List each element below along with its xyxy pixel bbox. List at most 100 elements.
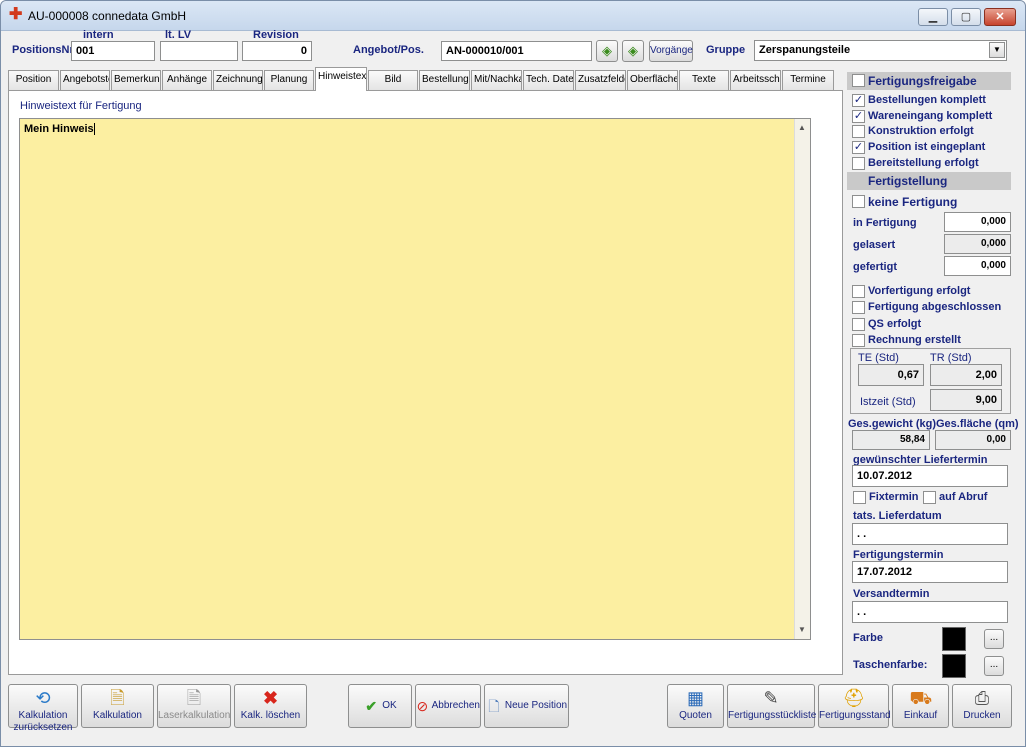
aufabruf-checkbox[interactable]: [923, 491, 936, 504]
ok-button[interactable]: ✔ OK: [348, 684, 412, 728]
tats-lieferdatum-field[interactable]: . .: [852, 523, 1008, 545]
freigabe-checkbox-2[interactable]: [852, 125, 865, 139]
status-checkbox-0[interactable]: [852, 285, 865, 298]
printer-icon: ⎙: [974, 688, 990, 708]
tab-anhänge[interactable]: Anhänge: [162, 70, 212, 90]
neue-position-button[interactable]: 🗋 Neue Position: [484, 684, 569, 728]
freigabe-label-4: Bereitstellung erfolgt: [868, 156, 979, 169]
laserkalkulation-button[interactable]: 🗎 Laserkalkulation: [157, 684, 231, 728]
freigabe-label-3: Position ist eingeplant: [868, 141, 986, 154]
lt-lv-field[interactable]: [160, 41, 238, 61]
in-fertigung-field[interactable]: 0,000: [944, 212, 1011, 232]
fertigungstermin-label: Fertigungstermin: [853, 549, 944, 561]
angebot-label: Angebot/Pos.: [353, 44, 424, 56]
open-angebot-icon[interactable]: ◈: [596, 40, 618, 62]
fertigstellung-label: Fertigstellung: [868, 174, 948, 188]
einkauf-button[interactable]: ⛟ Einkauf: [892, 684, 949, 728]
istzeit-field: 9,00: [930, 389, 1002, 411]
abbrechen-button[interactable]: ⊘ Abbrechen: [415, 684, 481, 728]
tab-position[interactable]: Position: [8, 70, 59, 90]
tab-hinweistex[interactable]: Hinweistex: [315, 67, 367, 91]
status-label-3: Rechnung erstellt: [868, 333, 961, 346]
gesflaeche-field: 0,00: [935, 430, 1011, 450]
memo-text: Mein Hinweis: [24, 123, 95, 136]
freigabe-checkbox-0[interactable]: ✓: [852, 94, 865, 107]
document-icon: 🗎: [186, 688, 202, 708]
tab-bild[interactable]: Bild: [368, 70, 418, 90]
gefertigt-label: gefertigt: [853, 261, 897, 273]
status-checkbox-2[interactable]: [852, 317, 865, 331]
truck-icon: ⛟: [909, 688, 933, 708]
aufabruf-label: auf Abruf: [939, 491, 988, 503]
tab-planung[interactable]: Planung: [264, 70, 314, 90]
fertigungsstand-button[interactable]: ⛑ Fertigungsstand: [818, 684, 891, 728]
status-label-0: Vorfertigung erfolgt: [868, 285, 971, 297]
maximize-button[interactable]: ▢: [951, 8, 981, 26]
tab-angebotste[interactable]: Angebotste: [60, 70, 110, 90]
positionsnr-label: PositionsNr: [12, 44, 74, 56]
tab-zusatzfelde[interactable]: Zusatzfelde: [575, 70, 626, 90]
fertigungsfreigabe-label: Fertigungsfreigabe: [868, 74, 977, 88]
gruppe-select[interactable]: Zerspanungsteile ▼: [754, 40, 1007, 61]
chevron-down-icon[interactable]: ▼: [989, 42, 1005, 58]
quoten-label: Quoten: [679, 710, 712, 721]
tab-termine[interactable]: Termine: [782, 70, 834, 90]
taschenfarbe-pick-button[interactable]: ...: [984, 656, 1004, 676]
keine-fertigung-label: keine Fertigung: [868, 195, 958, 209]
status-checkbox-1[interactable]: [852, 301, 865, 315]
kalkulation-button[interactable]: 🗎 Kalkulation: [81, 684, 154, 728]
fertigungsfreigabe-checkbox[interactable]: [852, 74, 865, 87]
fertigungsstueckliste-button[interactable]: ✎ Fertigungsstückliste: [727, 684, 816, 728]
gelasert-field: 0,000: [944, 234, 1011, 254]
hinweistext-memo[interactable]: Mein Hinweis ▲ ▼: [19, 118, 811, 640]
fixtermin-checkbox[interactable]: [853, 491, 866, 504]
angebot-field[interactable]: AN-000010/001: [441, 41, 592, 61]
app-cross-icon: ✚: [9, 6, 23, 23]
tr-label: TR (Std): [930, 352, 972, 364]
scroll-up-icon[interactable]: ▲: [798, 123, 806, 132]
memo-scrollbar[interactable]: ▲ ▼: [794, 119, 810, 639]
fixtermin-label: Fixtermin: [869, 491, 919, 503]
gesgewicht-label: Ges.gewicht (kg): [848, 418, 937, 430]
tab-zeichnungs[interactable]: Zeichnungs: [213, 70, 263, 90]
fertigungstermin-field[interactable]: 17.07.2012: [852, 561, 1008, 583]
freigabe-label-0: Bestellungen komplett: [868, 94, 986, 106]
revision-label: Revision: [253, 29, 299, 41]
vorgaenge-button[interactable]: Vorgänge: [649, 40, 693, 62]
window: ✚ AU-000008 connedata GmbH ▁ ▢ ✕ intern …: [0, 0, 1026, 747]
angebot-lookup-icon[interactable]: ◈: [622, 40, 644, 62]
kalkulation-label: Kalkulation: [93, 710, 142, 721]
tab-texte[interactable]: Texte: [679, 70, 729, 90]
kalkulation-zuruecksetzen-button[interactable]: ⟲ Kalkulation zurücksetzen: [8, 684, 78, 733]
gruppe-value: Zerspanungsteile: [759, 44, 851, 56]
gruppe-label: Gruppe: [706, 44, 746, 56]
laserkalkulation-label: Laserkalkulation: [158, 710, 231, 721]
freigabe-checkbox-3[interactable]: ✓: [852, 141, 865, 155]
status-checkbox-3[interactable]: [852, 333, 865, 347]
tab-arbeitsschi[interactable]: Arbeitsschi: [730, 70, 781, 90]
tab-tech-date[interactable]: Tech. Date: [523, 70, 574, 90]
tab-mit-nachka[interactable]: Mit/Nachka: [471, 70, 522, 90]
quoten-button[interactable]: ▦ Quoten: [667, 684, 724, 728]
revision-field[interactable]: 0: [242, 41, 312, 61]
scroll-down-icon[interactable]: ▼: [798, 625, 806, 634]
minimize-button[interactable]: ▁: [918, 8, 948, 26]
tab-bestellunge[interactable]: Bestellunge: [419, 70, 470, 90]
gefertigt-field[interactable]: 0,000: [944, 256, 1011, 276]
farbe-swatch: [942, 627, 966, 651]
tab-bemerkung[interactable]: Bemerkung: [111, 70, 161, 90]
close-button[interactable]: ✕: [984, 8, 1016, 26]
checkmark-icon: ✔: [365, 698, 378, 714]
positionsnr-field[interactable]: 001: [71, 41, 155, 61]
versandtermin-field[interactable]: . .: [852, 601, 1008, 623]
drucken-button[interactable]: ⎙ Drucken: [952, 684, 1012, 728]
tab-oberfläche[interactable]: Oberfläche: [627, 70, 678, 90]
fertigstellung-header: Fertigstellung: [847, 172, 1011, 190]
liefertermin-field[interactable]: 10.07.2012: [852, 465, 1008, 487]
istzeit-label: Istzeit (Std): [860, 396, 916, 408]
farbe-pick-button[interactable]: ...: [984, 629, 1004, 649]
kalk-loeschen-button[interactable]: ✖ Kalk. löschen: [234, 684, 307, 728]
freigabe-checkbox-1[interactable]: ✓: [852, 109, 865, 123]
keine-fertigung-checkbox[interactable]: [852, 195, 865, 208]
freigabe-checkbox-4[interactable]: [852, 156, 865, 170]
